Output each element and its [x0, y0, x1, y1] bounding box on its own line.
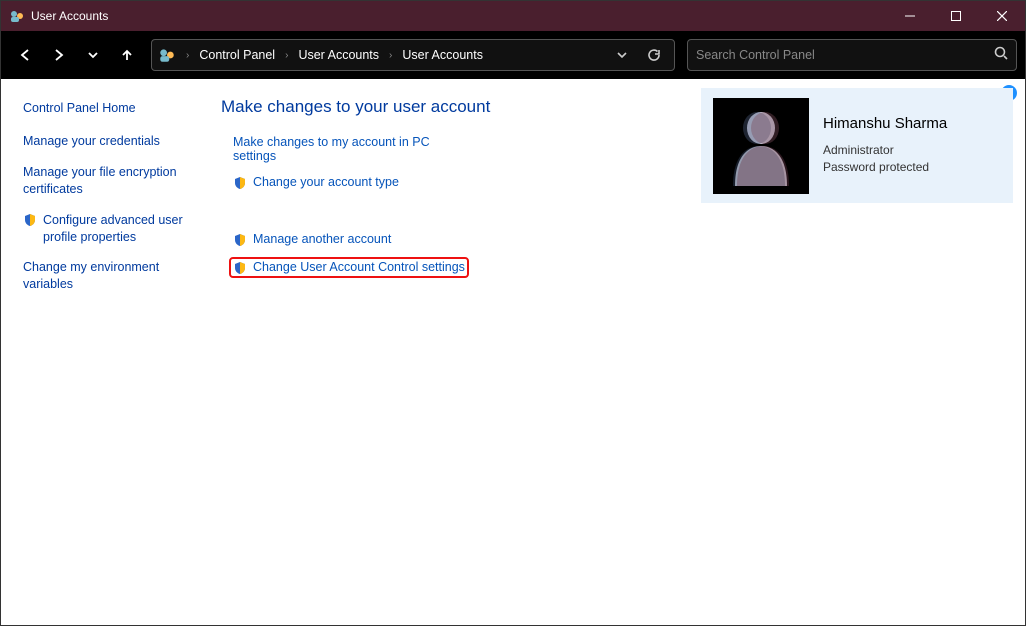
- search-input[interactable]: [696, 48, 994, 62]
- maximize-button[interactable]: [933, 1, 979, 31]
- chevron-right-icon: ›: [283, 50, 290, 61]
- sidebar: Control Panel Home Manage your credentia…: [1, 79, 211, 625]
- breadcrumb-user-accounts-1[interactable]: User Accounts: [294, 46, 383, 64]
- breadcrumb-control-panel[interactable]: Control Panel: [195, 46, 279, 64]
- user-accounts-path-icon: [158, 46, 176, 64]
- shield-icon: [233, 233, 247, 247]
- shield-icon: [233, 176, 247, 190]
- window-title: User Accounts: [31, 9, 108, 23]
- address-history-button[interactable]: [608, 41, 636, 69]
- up-button[interactable]: [111, 39, 143, 71]
- recent-locations-button[interactable]: [77, 39, 109, 71]
- action-manage-another[interactable]: Manage another account: [233, 232, 1005, 247]
- user-card: Himanshu Sharma Administrator Password p…: [701, 88, 1013, 203]
- avatar: [713, 98, 809, 194]
- shield-icon: [233, 261, 247, 275]
- control-panel-home-link[interactable]: Control Panel Home: [23, 101, 199, 115]
- close-button[interactable]: [979, 1, 1025, 31]
- action-change-uac-settings[interactable]: Change User Account Control settings: [231, 259, 467, 276]
- user-role: Administrator: [823, 142, 947, 159]
- address-bar[interactable]: › Control Panel › User Accounts › User A…: [151, 39, 675, 71]
- back-button[interactable]: [9, 39, 41, 71]
- shield-icon: [23, 213, 37, 227]
- sidebar-env-variables[interactable]: Change my environment variables: [23, 259, 199, 293]
- breadcrumb-user-accounts-2[interactable]: User Accounts: [398, 46, 487, 64]
- main-panel: Make changes to your user account Make c…: [211, 79, 1025, 625]
- user-info: Himanshu Sharma Administrator Password p…: [823, 115, 947, 176]
- sidebar-manage-credentials[interactable]: Manage your credentials: [23, 133, 199, 150]
- chevron-right-icon: ›: [387, 50, 394, 61]
- user-password-status: Password protected: [823, 159, 947, 176]
- nav-bar: › Control Panel › User Accounts › User A…: [1, 31, 1025, 79]
- user-accounts-app-icon: [9, 8, 25, 24]
- search-icon[interactable]: [994, 46, 1008, 65]
- sidebar-file-encryption[interactable]: Manage your file encryption certificates: [23, 164, 199, 198]
- chevron-right-icon: ›: [184, 50, 191, 61]
- user-accounts-window: User Accounts › Control Panel › User Acc…: [0, 0, 1026, 626]
- user-name: Himanshu Sharma: [823, 115, 947, 132]
- title-bar: User Accounts: [1, 1, 1025, 31]
- content-body: ? Control Panel Home Manage your credent…: [1, 79, 1025, 625]
- sidebar-advanced-profile[interactable]: Configure advanced user profile properti…: [23, 212, 199, 246]
- minimize-button[interactable]: [887, 1, 933, 31]
- refresh-button[interactable]: [640, 41, 668, 69]
- forward-button[interactable]: [43, 39, 75, 71]
- search-box[interactable]: [687, 39, 1017, 71]
